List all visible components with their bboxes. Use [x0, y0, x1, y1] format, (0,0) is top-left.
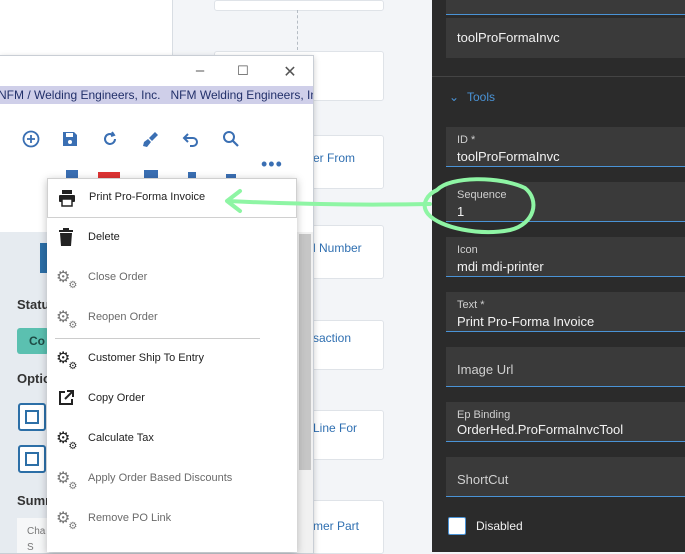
annotation-circle: [422, 177, 536, 234]
annotation-arrow-line: [226, 199, 432, 207]
annotation-overlay: [225, 177, 536, 234]
